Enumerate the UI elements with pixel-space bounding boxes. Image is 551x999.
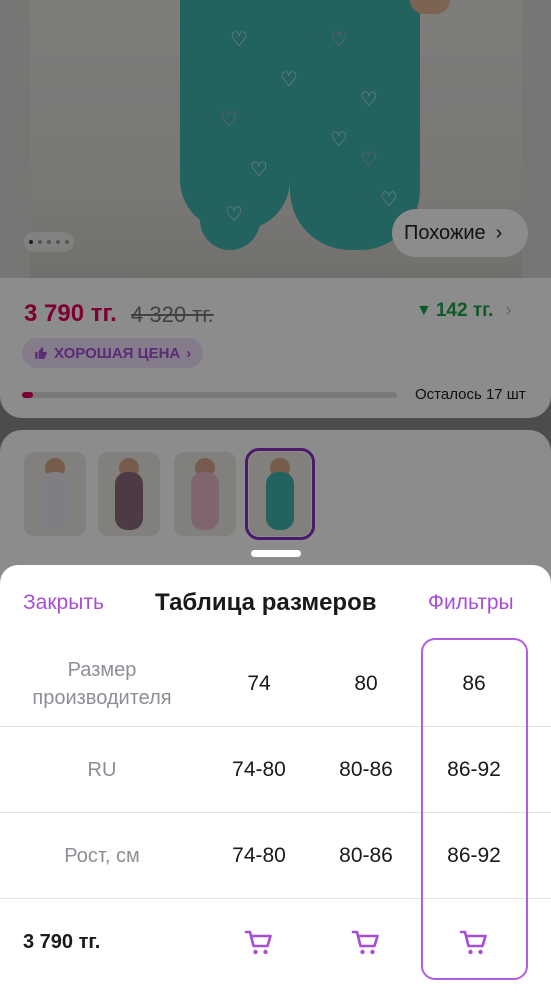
sheet-header: Закрыть Таблица размеров Фильтры bbox=[0, 565, 551, 641]
row-label-ru: RU bbox=[87, 759, 117, 781]
close-button[interactable]: Закрыть bbox=[23, 591, 104, 615]
filters-button[interactable]: Фильтры bbox=[428, 591, 514, 615]
cart-icon bbox=[351, 930, 379, 955]
row-label-height: Рост, см bbox=[64, 845, 140, 867]
size-cell[interactable]: 80-86 bbox=[316, 727, 416, 813]
row-price: 3 790 тг. bbox=[23, 930, 101, 953]
add-to-cart-button[interactable] bbox=[209, 899, 309, 985]
row-label-manufacturer-size: Размер производителя bbox=[32, 659, 172, 709]
cart-icon bbox=[244, 930, 272, 955]
size-cell[interactable]: 74-80 bbox=[209, 727, 309, 813]
add-to-cart-button[interactable] bbox=[316, 899, 416, 985]
size-cell[interactable]: 74-80 bbox=[209, 813, 309, 899]
selected-size-column bbox=[421, 638, 528, 980]
sheet-title: Таблица размеров bbox=[155, 589, 377, 616]
size-cell[interactable]: 74 bbox=[209, 641, 309, 727]
size-cell[interactable]: 80 bbox=[316, 641, 416, 727]
size-cell[interactable]: 80-86 bbox=[316, 813, 416, 899]
sheet-drag-handle[interactable] bbox=[251, 550, 301, 557]
